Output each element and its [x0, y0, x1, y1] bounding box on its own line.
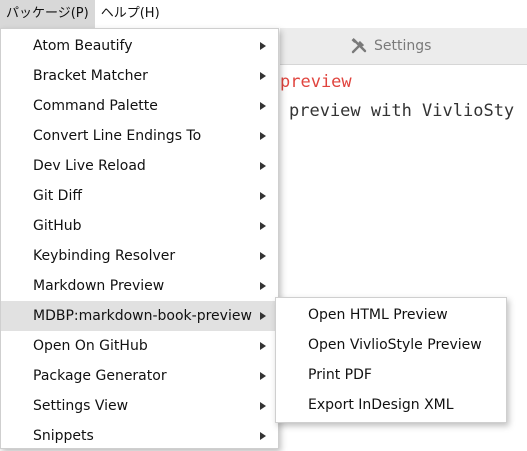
menu-item-label: Keybinding Resolver [33, 248, 176, 264]
submenu-item-label: Open HTML Preview [308, 307, 448, 323]
submenu-arrow-icon [260, 342, 266, 350]
menu-item-bracket-matcher[interactable]: Bracket Matcher [1, 61, 278, 91]
code-line-1: preview [280, 72, 352, 92]
menu-item-settings-view[interactable]: Settings View [1, 391, 278, 421]
menubar: パッケージ(P) ヘルプ(H) [0, 0, 527, 28]
submenu-item-print-pdf[interactable]: Print PDF [276, 360, 506, 390]
tab-settings-label: Settings [374, 38, 432, 54]
menu-item-label: MDBP:markdown-book-preview [33, 308, 252, 324]
menu-item-label: Git Diff [33, 188, 82, 204]
submenu-item-open-html-preview[interactable]: Open HTML Preview [276, 300, 506, 330]
menu-item-label: Command Palette [33, 98, 158, 114]
submenu-arrow-icon [260, 432, 266, 440]
menu-item-keybinding-resolver[interactable]: Keybinding Resolver [1, 241, 278, 271]
menu-item-markdown-preview[interactable]: Markdown Preview [1, 271, 278, 301]
menu-item-label: GitHub [33, 218, 82, 234]
submenu-item-export-indesign-xml[interactable]: Export InDesign XML [276, 390, 506, 420]
packages-menu: Atom Beautify Bracket Matcher Command Pa… [0, 28, 279, 449]
menu-item-label: Bracket Matcher [33, 68, 148, 84]
tools-icon [351, 38, 367, 54]
menubar-help[interactable]: ヘルプ(H) [95, 0, 166, 28]
tab-settings[interactable]: Settings [350, 28, 431, 64]
submenu-item-open-vivliostyle-preview[interactable]: Open VivlioStyle Preview [276, 330, 506, 360]
code-line-2: preview with VivlioSty [289, 101, 515, 121]
submenu-arrow-icon [260, 42, 266, 50]
submenu-item-label: Print PDF [308, 367, 372, 383]
submenu-arrow-icon [260, 132, 266, 140]
submenu-arrow-icon [260, 102, 266, 110]
menu-item-atom-beautify[interactable]: Atom Beautify [1, 31, 278, 61]
menu-item-open-on-github[interactable]: Open On GitHub [1, 331, 278, 361]
menu-item-label: Package Generator [33, 368, 167, 384]
tab-bar: Settings [280, 28, 527, 65]
menu-item-label: Markdown Preview [33, 278, 165, 294]
menu-item-label: Atom Beautify [33, 38, 133, 54]
submenu-arrow-icon [260, 402, 266, 410]
menu-item-convert-line-endings[interactable]: Convert Line Endings To [1, 121, 278, 151]
menu-item-dev-live-reload[interactable]: Dev Live Reload [1, 151, 278, 181]
menu-item-git-diff[interactable]: Git Diff [1, 181, 278, 211]
menu-item-command-palette[interactable]: Command Palette [1, 91, 278, 121]
submenu-item-label: Open VivlioStyle Preview [308, 337, 482, 353]
mdbp-submenu: Open HTML Preview Open VivlioStyle Previ… [275, 297, 507, 423]
submenu-arrow-icon [260, 72, 266, 80]
submenu-arrow-icon [260, 162, 266, 170]
submenu-arrow-icon [260, 252, 266, 260]
menu-item-label: Convert Line Endings To [33, 128, 202, 144]
menubar-packages[interactable]: パッケージ(P) [0, 0, 95, 28]
submenu-arrow-icon [260, 192, 266, 200]
submenu-arrow-icon [260, 222, 266, 230]
menu-item-label: Open On GitHub [33, 338, 148, 354]
menu-item-github[interactable]: GitHub [1, 211, 278, 241]
menu-item-label: Snippets [33, 428, 94, 444]
submenu-arrow-icon [260, 372, 266, 380]
submenu-arrow-icon [260, 312, 266, 320]
menu-item-mdbp[interactable]: MDBP:markdown-book-preview [1, 301, 278, 331]
submenu-item-label: Export InDesign XML [308, 397, 454, 413]
menu-item-snippets[interactable]: Snippets [1, 421, 278, 451]
menu-item-label: Settings View [33, 398, 129, 414]
menu-item-package-generator[interactable]: Package Generator [1, 361, 278, 391]
submenu-arrow-icon [260, 282, 266, 290]
menu-item-label: Dev Live Reload [33, 158, 146, 174]
